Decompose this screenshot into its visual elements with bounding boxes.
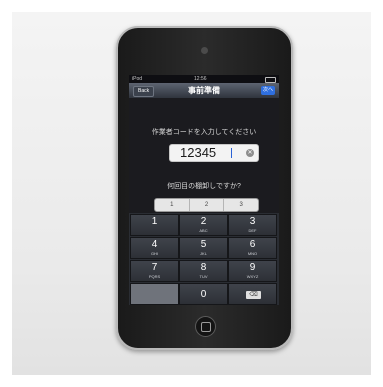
ipod-device: iPod 12:56 Back 事前準備 次へ 作業者コードを入力してください … <box>116 26 293 350</box>
segment-3[interactable]: 3 <box>224 199 258 211</box>
key-3[interactable]: 3 DEF <box>228 214 277 236</box>
key-0[interactable]: 0 <box>179 283 228 305</box>
carrier-label: iPod <box>132 76 143 82</box>
key-7[interactable]: 7 PQRS <box>130 260 179 282</box>
backspace-icon: ⌫ <box>246 291 261 299</box>
worker-code-prompt: 作業者コードを入力してください <box>151 129 257 136</box>
key-blank <box>130 283 179 305</box>
navigation-bar: Back 事前準備 次へ <box>129 83 279 98</box>
round-prompt: 何回目の棚卸しですか? <box>167 183 241 190</box>
key-5[interactable]: 5 JKL <box>179 237 228 259</box>
key-4[interactable]: 4 GHI <box>130 237 179 259</box>
app-screen: iPod 12:56 Back 事前準備 次へ 作業者コードを入力してください … <box>129 75 279 305</box>
back-button[interactable]: Back <box>133 86 155 97</box>
home-square-icon <box>201 322 211 332</box>
delete-key[interactable]: ⌫ <box>228 283 277 305</box>
home-button[interactable] <box>195 316 216 337</box>
worker-code-field[interactable]: 12345 ✕ <box>169 144 259 162</box>
clock: 12:56 <box>194 76 207 82</box>
key-1[interactable]: 1 <box>130 214 179 236</box>
clear-icon[interactable]: ✕ <box>246 149 254 157</box>
round-selector[interactable]: 1 2 3 <box>154 198 259 212</box>
key-6[interactable]: 6 MNO <box>228 237 277 259</box>
key-2[interactable]: 2 ABC <box>179 214 228 236</box>
key-9[interactable]: 9 WXYZ <box>228 260 277 282</box>
next-button[interactable]: 次へ <box>261 86 275 95</box>
front-camera <box>201 47 208 54</box>
worker-code-value: 12345 <box>180 145 217 160</box>
text-cursor <box>231 148 232 158</box>
segment-2[interactable]: 2 <box>190 199 225 211</box>
key-8[interactable]: 8 TUV <box>179 260 228 282</box>
page-title: 事前準備 <box>188 86 220 95</box>
status-bar: iPod 12:56 <box>129 75 279 83</box>
segment-1[interactable]: 1 <box>155 199 190 211</box>
number-keypad: 1 2 ABC 3 DEF 4 GHI 5 JKL 6 MNO 7 PQRS 8… <box>129 213 279 305</box>
